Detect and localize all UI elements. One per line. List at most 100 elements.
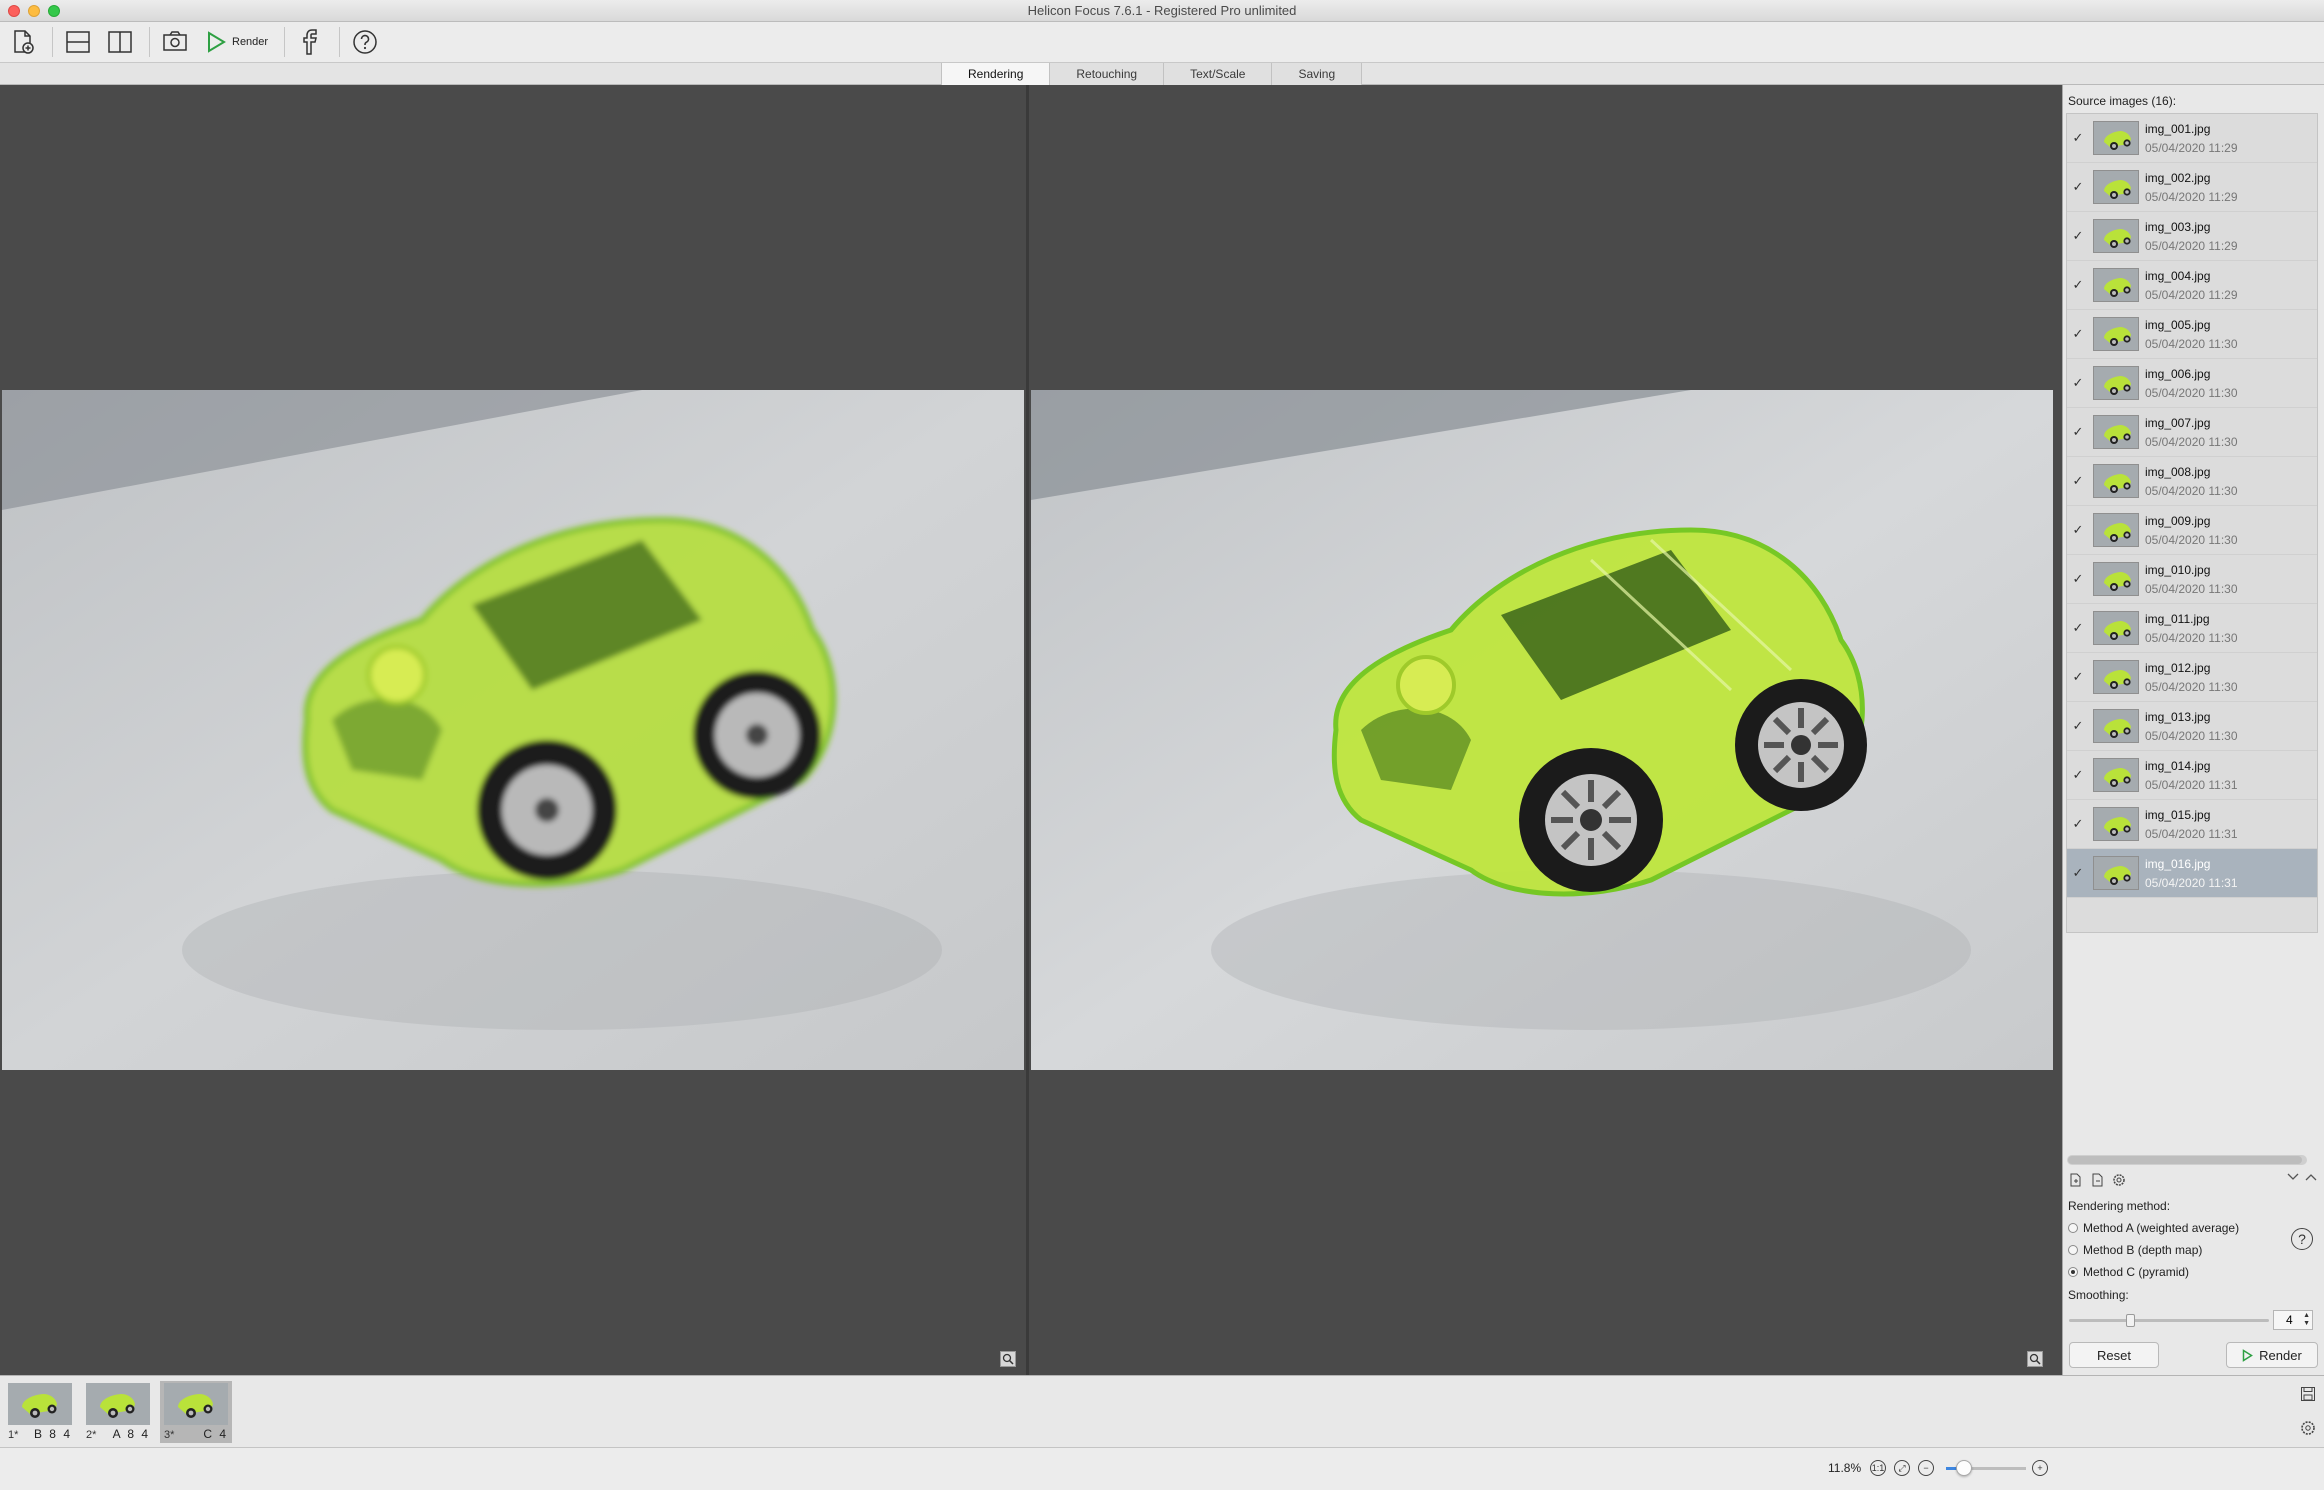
source-image-checkbox[interactable]: ✓ [2067,669,2089,685]
source-image-item[interactable]: ✓ img_008.jpg 05/04/2020 11:30 [2067,457,2317,506]
method-c-radio[interactable]: Method C (pyramid) [2068,1265,2189,1279]
source-image-item[interactable]: ✓ img_010.jpg 05/04/2020 11:30 [2067,555,2317,604]
source-image-checkbox[interactable]: ✓ [2067,571,2089,587]
zoom-slider-knob[interactable] [1956,1460,1972,1476]
source-image-date: 05/04/2020 11:31 [2145,826,2238,841]
source-image-item[interactable]: ✓ img_009.jpg 05/04/2020 11:30 [2067,506,2317,555]
source-image-name: img_005.jpg [2145,317,2211,332]
method-b-radio[interactable]: Method B (depth map) [2068,1243,2202,1257]
decrement-icon[interactable]: ▼ [2303,1320,2310,1328]
source-image-checkbox[interactable]: ✓ [2067,375,2089,391]
source-image-item[interactable]: ✓ img_011.jpg 05/04/2020 11:30 [2067,604,2317,653]
source-image-thumbnail [2093,268,2139,302]
smoothing-value: 4 [2286,1313,2293,1327]
source-image-item[interactable]: ✓ img_004.jpg 05/04/2020 11:29 [2067,261,2317,310]
zoom-fit-button[interactable] [1000,1351,1016,1367]
result-preview-pane[interactable] [1029,85,2053,1375]
magnifier-icon [1000,1351,1016,1367]
filmstrip-settings-button[interactable] [2298,1418,2318,1438]
toolbar-render-label: Render [232,36,269,48]
chevron-up-icon[interactable] [2304,1172,2318,1182]
source-image-item[interactable]: ✓ img_013.jpg 05/04/2020 11:30 [2067,702,2317,751]
facebook-button[interactable] [293,25,327,59]
smoothing-stepper[interactable]: 4 ▲ ▼ [2273,1310,2313,1330]
chevron-down-icon[interactable] [2286,1172,2300,1182]
increment-icon[interactable]: ▲ [2303,1312,2310,1320]
zoom-in-button[interactable]: + [2032,1460,2048,1476]
list-check-controls [2286,1172,2318,1182]
help-button[interactable] [348,25,382,59]
source-image-checkbox[interactable]: ✓ [2067,620,2089,636]
output-method-code: C 4 [203,1427,228,1441]
question-icon [353,30,377,54]
method-c-label: Method C (pyramid) [2083,1265,2190,1279]
new-project-button[interactable] [6,25,40,59]
source-image-name: img_010.jpg [2145,562,2211,577]
checkmark-icon: ✓ [2072,718,2084,733]
horizontal-split-button[interactable] [61,25,95,59]
save-output-button[interactable] [2298,1384,2318,1404]
tab-rendering[interactable]: Rendering [941,63,1050,85]
zoom-fit-window-button[interactable]: ⤢ [1894,1460,1910,1476]
source-image-checkbox[interactable]: ✓ [2067,277,2089,293]
source-image-checkbox[interactable]: ✓ [2067,816,2089,832]
source-image-item[interactable]: ✓ img_012.jpg 05/04/2020 11:30 [2067,653,2317,702]
tab-saving[interactable]: Saving [1271,63,1363,85]
source-image-item[interactable]: ✓ img_002.jpg 05/04/2020 11:29 [2067,163,2317,212]
minimize-window-button[interactable] [28,5,40,17]
method-a-radio[interactable]: Method A (weighted average) [2068,1221,2239,1235]
remove-images-button[interactable] [2089,1172,2105,1188]
maximize-window-button[interactable] [48,5,60,17]
method-help-button[interactable]: ? [2291,1228,2313,1250]
source-image-item[interactable]: ✓ img_014.jpg 05/04/2020 11:31 [2067,751,2317,800]
source-image-checkbox[interactable]: ✓ [2067,767,2089,783]
source-image-item[interactable]: ✓ img_015.jpg 05/04/2020 11:31 [2067,800,2317,849]
add-images-button[interactable] [2067,1172,2083,1188]
source-image-name: img_007.jpg [2145,415,2211,430]
output-thumbnail-item[interactable]: 3* C 4 [160,1381,232,1443]
source-image-item[interactable]: ✓ img_001.jpg 05/04/2020 11:29 [2067,114,2317,163]
source-image-checkbox[interactable]: ✓ [2067,326,2089,342]
source-image-item[interactable]: ✓ img_007.jpg 05/04/2020 11:30 [2067,408,2317,457]
list-settings-button[interactable] [2111,1172,2127,1188]
source-image-checkbox[interactable]: ✓ [2067,865,2089,881]
zoom-fit-button[interactable] [2027,1351,2043,1367]
source-image-checkbox[interactable]: ✓ [2067,228,2089,244]
source-image-item[interactable]: ✓ img_016.jpg 05/04/2020 11:31 [2067,849,2317,898]
camera-capture-button[interactable] [158,25,192,59]
zoom-actual-size-button[interactable]: 1:1 [1870,1460,1886,1476]
source-image-date: 05/04/2020 11:31 [2145,777,2238,792]
source-list-scrollbar[interactable] [2067,1155,2307,1165]
close-window-button[interactable] [8,5,20,17]
smoothing-slider-track[interactable] [2069,1319,2269,1322]
source-image-checkbox[interactable]: ✓ [2067,179,2089,195]
source-image-thumbnail [2093,709,2139,743]
reset-button[interactable]: Reset [2069,1342,2159,1368]
source-image-name: img_006.jpg [2145,366,2211,381]
source-image-item[interactable]: ✓ img_005.jpg 05/04/2020 11:30 [2067,310,2317,359]
scrollbar-thumb[interactable] [2068,1156,2302,1164]
source-image-item[interactable]: ✓ img_003.jpg 05/04/2020 11:29 [2067,212,2317,261]
source-preview-pane[interactable] [0,85,1026,1375]
source-image-checkbox[interactable]: ✓ [2067,424,2089,440]
smoothing-slider-knob[interactable] [2126,1314,2135,1327]
render-button[interactable]: Render [2226,1342,2318,1368]
tab-retouching[interactable]: Retouching [1049,63,1164,85]
output-thumbnail-item[interactable]: 2* A 8 4 [82,1381,154,1443]
source-image-checkbox[interactable]: ✓ [2067,718,2089,734]
smoothing-title: Smoothing: [2068,1288,2129,1302]
source-image-item[interactable]: ✓ img_006.jpg 05/04/2020 11:30 [2067,359,2317,408]
zoom-out-button[interactable]: − [1918,1460,1934,1476]
toolbar-render-button[interactable]: Render [200,25,274,59]
source-image-checkbox[interactable]: ✓ [2067,522,2089,538]
reset-label: Reset [2097,1347,2131,1363]
checkmark-icon: ✓ [2072,571,2084,586]
source-list-tools [2067,1172,2127,1188]
source-image-checkbox[interactable]: ✓ [2067,130,2089,146]
vertical-split-button[interactable] [103,25,137,59]
output-thumbnail-item[interactable]: 1* B 8 4 [4,1381,76,1443]
tab-text-scale[interactable]: Text/Scale [1163,63,1272,85]
camera-icon [163,31,187,51]
source-image-checkbox[interactable]: ✓ [2067,473,2089,489]
source-images-list[interactable]: ✓ img_001.jpg 05/04/2020 11:29 ✓ img_002.jpg… [2066,113,2318,933]
